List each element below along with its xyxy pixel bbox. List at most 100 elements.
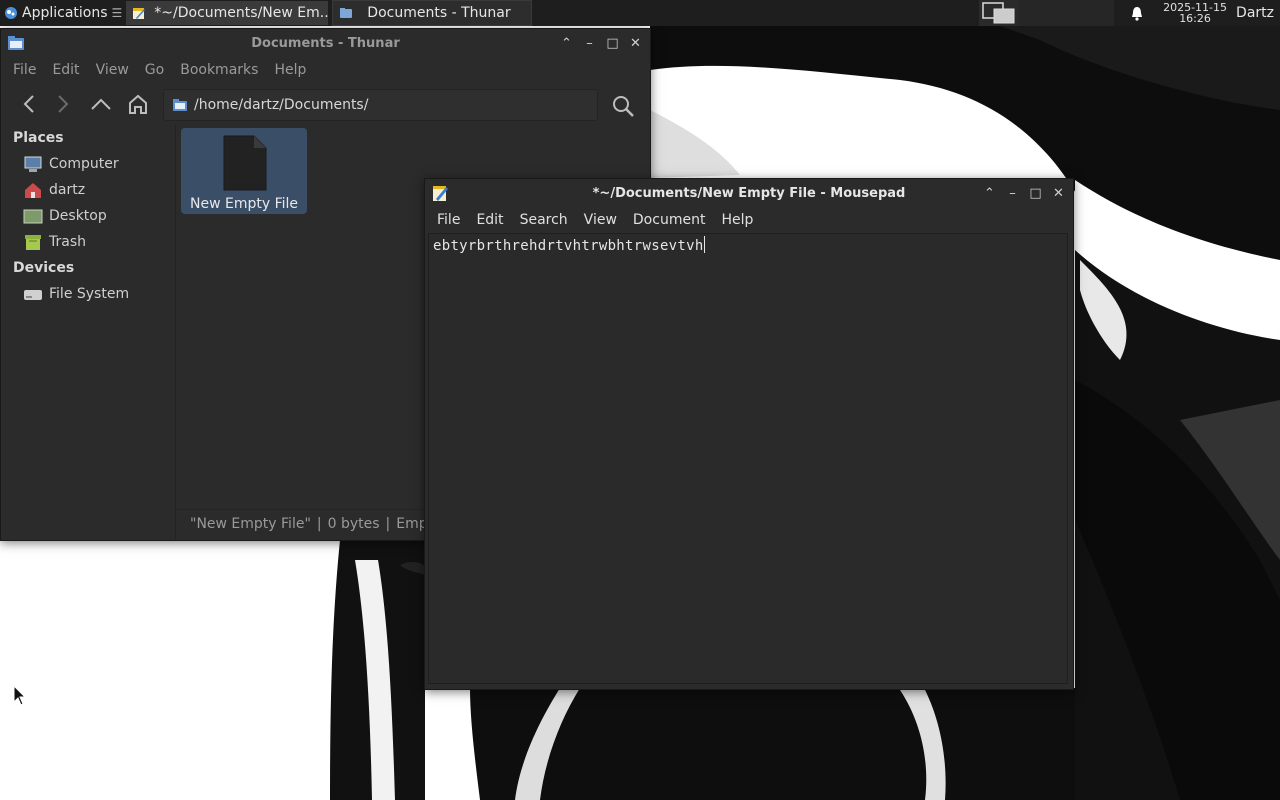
- home-button[interactable]: [124, 90, 152, 118]
- thunar-titlebar[interactable]: Documents - Thunar ⌃ – □ ✕: [1, 29, 650, 57]
- sidebar-header-devices: Devices: [13, 260, 75, 276]
- sidebar-item-label: dartz: [49, 182, 86, 198]
- up-button[interactable]: [87, 90, 115, 118]
- mousepad-titlebar[interactable]: *~/Documents/New Empty File - Mousepad ⌃…: [425, 179, 1073, 207]
- menu-bookmarks[interactable]: Bookmarks: [172, 62, 266, 78]
- workspace-icon: [982, 2, 1015, 24]
- maximize-icon: □: [1029, 185, 1042, 201]
- location-bar[interactable]: /home/dartz/Documents/: [163, 89, 598, 121]
- menu-file[interactable]: File: [429, 212, 468, 228]
- xfce-logo-icon: [5, 7, 17, 19]
- close-button[interactable]: ✕: [1050, 185, 1067, 202]
- sidebar-item-label: Computer: [49, 156, 119, 172]
- shade-button[interactable]: ⌃: [558, 35, 575, 52]
- shade-button[interactable]: ⌃: [981, 185, 998, 202]
- thunar-toolbar: /home/dartz/Documents/: [1, 83, 650, 125]
- home-icon: [129, 94, 147, 114]
- applications-menu-button[interactable]: Applications ☰: [0, 0, 126, 26]
- editor-scrollbar[interactable]: [1061, 234, 1067, 683]
- sidebar-item-desktop[interactable]: Desktop: [1, 203, 175, 229]
- sidebar-item-file-system[interactable]: File System: [1, 281, 175, 307]
- sidebar-item-label: File System: [49, 286, 130, 302]
- top-panel: Applications ☰ *~/Documents/New Em... Do…: [0, 0, 1280, 26]
- sidebar-header-places: Places: [13, 130, 64, 146]
- arrow-up-icon: [91, 98, 111, 110]
- menu-icon: ☰: [111, 6, 123, 20]
- menu-help[interactable]: Help: [713, 212, 761, 228]
- arrow-left-icon: [23, 95, 34, 113]
- chevron-up-icon: ⌃: [561, 35, 572, 51]
- menu-file[interactable]: File: [5, 62, 44, 78]
- folder-icon: [340, 8, 353, 18]
- editor-text: ebtyrbrthrehdrtvhtrwbhtrwsevtvh: [433, 238, 704, 254]
- status-size: 0 bytes: [327, 516, 380, 532]
- folder-icon: [173, 99, 187, 111]
- folder-icon: [8, 36, 24, 50]
- menu-view[interactable]: View: [576, 212, 625, 228]
- sidebar-item-label: Trash: [49, 234, 86, 250]
- close-icon: ✕: [630, 35, 641, 51]
- menu-go[interactable]: Go: [137, 62, 172, 78]
- close-icon: ✕: [1053, 185, 1064, 201]
- sidebar-item-dartz[interactable]: dartz: [1, 177, 175, 203]
- mousepad-menubar: File Edit Search View Document Help: [425, 207, 1073, 233]
- editor-line: ebtyrbrthrehdrtvhtrwbhtrwsevtvh: [433, 236, 705, 254]
- text-caret: [703, 236, 705, 253]
- sidebar-item-trash[interactable]: Trash: [1, 229, 175, 255]
- window-title: Documents - Thunar: [251, 35, 400, 51]
- taskbar-item-mousepad[interactable]: *~/Documents/New Em...: [126, 1, 329, 25]
- status-filename: "New Empty File": [190, 516, 311, 532]
- minimize-icon: –: [586, 35, 593, 51]
- workspace-switcher[interactable]: [979, 0, 1020, 26]
- search-icon: [613, 96, 634, 117]
- menu-help[interactable]: Help: [266, 62, 314, 78]
- menu-document[interactable]: Document: [625, 212, 714, 228]
- notifications-button[interactable]: [1114, 0, 1160, 26]
- back-button[interactable]: [15, 90, 43, 118]
- taskbar-item-label: Documents - Thunar: [367, 5, 511, 21]
- menu-view[interactable]: View: [88, 62, 137, 78]
- file-name: New Empty File: [189, 196, 298, 212]
- computer-icon: [24, 156, 42, 172]
- minimize-button[interactable]: –: [1004, 185, 1021, 202]
- status-separator: |: [385, 516, 391, 532]
- window-title: *~/Documents/New Empty File - Mousepad: [592, 185, 906, 201]
- clock-time: 16:26: [1179, 12, 1211, 25]
- minimize-icon: –: [1009, 185, 1016, 201]
- maximize-button[interactable]: □: [604, 35, 621, 52]
- trash-icon: [25, 235, 41, 250]
- mousepad-icon: [433, 186, 448, 201]
- sidebar: Places Computer dartz Desktop Trash Devi…: [1, 125, 176, 540]
- location-path: /home/dartz/Documents/: [194, 97, 369, 113]
- maximize-icon: □: [606, 35, 619, 51]
- sidebar-item-computer[interactable]: Computer: [1, 151, 175, 177]
- menu-edit[interactable]: Edit: [44, 62, 87, 78]
- mouse-cursor-icon: [13, 685, 27, 706]
- file-item[interactable]: New Empty File: [181, 128, 307, 214]
- user-menu[interactable]: Dartz: [1230, 5, 1280, 21]
- clock[interactable]: 2025-11-15 16:26: [1160, 2, 1230, 24]
- sidebar-item-label: Desktop: [49, 208, 107, 224]
- close-button[interactable]: ✕: [627, 35, 644, 52]
- taskbar-item-label: *~/Documents/New Em...: [154, 5, 329, 21]
- desktop-icon: [23, 209, 43, 224]
- empty-file-icon: [223, 135, 267, 191]
- mousepad-window: *~/Documents/New Empty File - Mousepad ⌃…: [424, 178, 1074, 690]
- minimize-button[interactable]: –: [581, 35, 598, 52]
- home-icon: [25, 183, 41, 198]
- chevron-up-icon: ⌃: [984, 185, 995, 201]
- status-separator: |: [316, 516, 322, 532]
- forward-button[interactable]: [49, 90, 77, 118]
- bell-icon: [1132, 6, 1143, 21]
- maximize-button[interactable]: □: [1027, 185, 1044, 202]
- thunar-menubar: File Edit View Go Bookmarks Help: [1, 57, 650, 83]
- menu-search[interactable]: Search: [512, 212, 576, 228]
- taskbar-item-thunar[interactable]: Documents - Thunar: [332, 0, 533, 26]
- applications-label: Applications: [22, 5, 108, 21]
- text-editor[interactable]: ebtyrbrthrehdrtvhtrwbhtrwsevtvh: [428, 233, 1068, 684]
- menu-edit[interactable]: Edit: [468, 212, 511, 228]
- search-button[interactable]: [609, 92, 637, 120]
- mousepad-icon: [133, 8, 146, 19]
- drive-icon: [24, 290, 42, 300]
- panel-spacer: [1019, 0, 1115, 26]
